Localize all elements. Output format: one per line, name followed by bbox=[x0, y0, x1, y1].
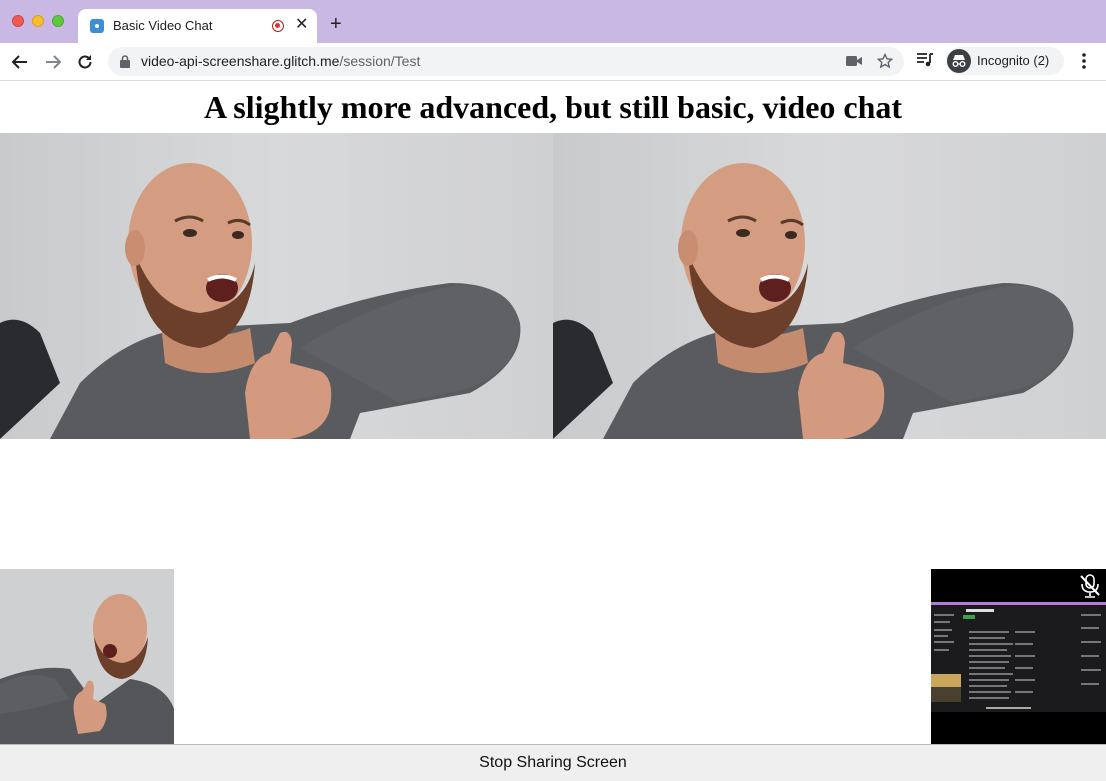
incognito-profile-button[interactable]: Incognito (2) bbox=[946, 47, 1064, 75]
more-menu-icon[interactable] bbox=[1078, 51, 1090, 71]
subscriber-video-left bbox=[0, 133, 553, 439]
screen-share-video-thumbnail bbox=[931, 569, 1106, 744]
browser-titlebar: Basic Video Chat ✕ + bbox=[0, 0, 1106, 43]
incognito-icon bbox=[947, 49, 971, 73]
camera-in-use-icon[interactable] bbox=[846, 55, 862, 67]
tab-favicon-icon bbox=[90, 19, 104, 33]
media-controls-icon[interactable] bbox=[916, 52, 934, 68]
lock-icon bbox=[120, 55, 130, 68]
reload-button[interactable] bbox=[74, 51, 96, 73]
page-heading: A slightly more advanced, but still basi… bbox=[203, 89, 903, 125]
back-button[interactable] bbox=[9, 51, 31, 73]
forward-arrow-icon bbox=[46, 55, 62, 69]
reload-icon bbox=[78, 55, 92, 69]
stop-sharing-screen-button[interactable]: Stop Sharing Screen bbox=[0, 744, 1106, 781]
forward-button[interactable] bbox=[42, 51, 64, 73]
tab-title: Basic Video Chat bbox=[113, 18, 213, 33]
participant-video-frame bbox=[0, 133, 553, 439]
recording-indicator-icon bbox=[272, 20, 284, 32]
back-arrow-icon bbox=[11, 55, 27, 69]
subscriber-video-right bbox=[553, 133, 1106, 439]
muted-microphone-icon[interactable] bbox=[1078, 573, 1102, 599]
browser-toolbar: video-api-screenshare.glitch.me/session/… bbox=[0, 43, 1106, 81]
new-tab-button[interactable]: + bbox=[330, 14, 342, 34]
profile-label: Incognito (2) bbox=[977, 53, 1050, 68]
close-tab-icon[interactable]: ✕ bbox=[295, 16, 308, 34]
url-text: video-api-screenshare.glitch.me/session/… bbox=[141, 53, 420, 69]
participant-video-frame bbox=[553, 133, 1106, 439]
url-path: /session/Test bbox=[339, 53, 421, 69]
bookmark-star-icon[interactable] bbox=[877, 53, 893, 69]
maximize-window-button[interactable] bbox=[52, 15, 64, 27]
close-window-button[interactable] bbox=[12, 15, 24, 27]
publisher-video-thumbnail bbox=[0, 569, 174, 744]
minimize-window-button[interactable] bbox=[32, 15, 44, 27]
address-bar[interactable]: video-api-screenshare.glitch.me/session/… bbox=[108, 47, 904, 76]
browser-tab[interactable]: Basic Video Chat ✕ bbox=[78, 9, 317, 43]
url-domain: video-api-screenshare.glitch.me bbox=[141, 53, 340, 69]
self-video-frame bbox=[0, 569, 174, 744]
